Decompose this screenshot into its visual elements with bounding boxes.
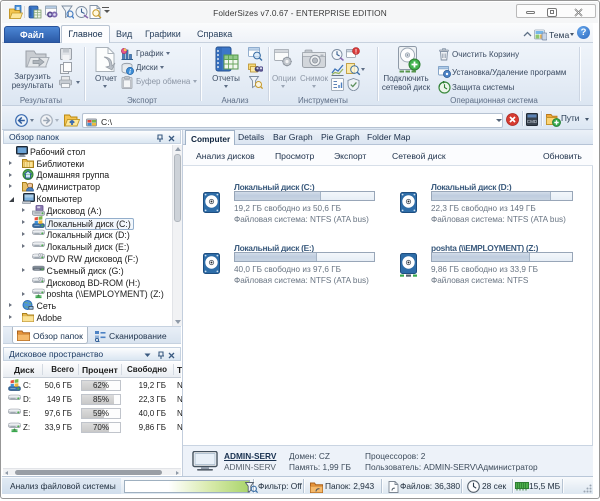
- svg-text:!: !: [355, 49, 357, 55]
- svg-text:CMD: CMD: [527, 119, 538, 124]
- svg-text:i: i: [129, 68, 131, 75]
